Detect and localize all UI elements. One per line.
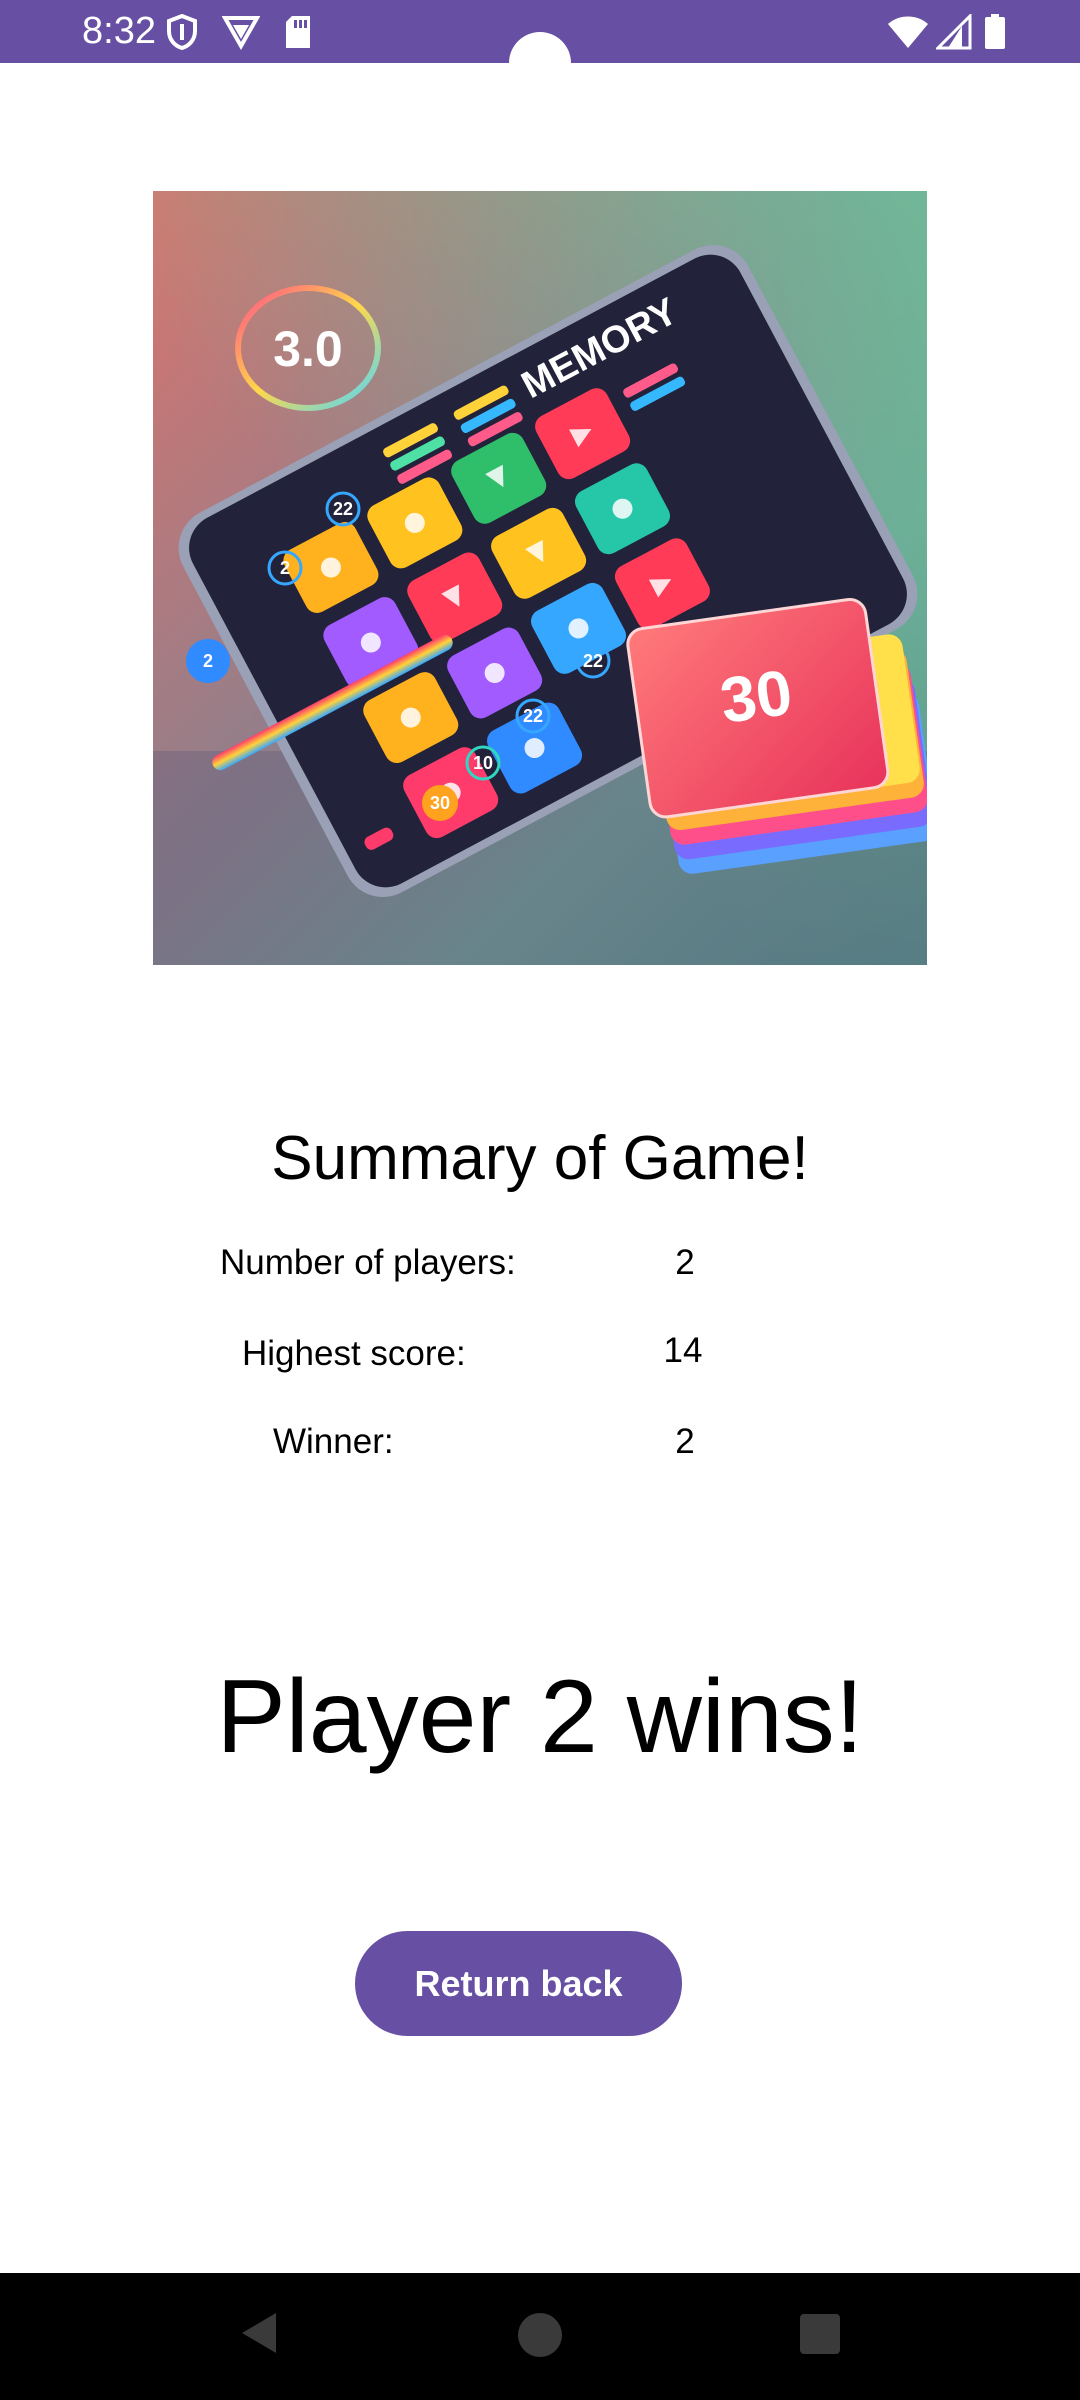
- svg-text:30: 30: [716, 656, 797, 737]
- shield-icon: [166, 13, 198, 55]
- svg-text:30: 30: [430, 793, 450, 813]
- wifi-icon: [887, 14, 929, 55]
- summary-title: Summary of Game!: [271, 1124, 809, 1193]
- navigation-bar: [0, 2273, 1080, 2400]
- svg-text:22: 22: [523, 706, 543, 726]
- hero-image: 3.0 MEMORY 22 2 2 22 22 10 30 30: [153, 191, 927, 965]
- svg-text:3.0: 3.0: [273, 321, 343, 377]
- svg-text:10: 10: [473, 753, 493, 773]
- signal-icon: [934, 12, 972, 55]
- winner-announcement: Player 2 wins!: [216, 1659, 864, 1775]
- camera-notch: [509, 32, 571, 94]
- return-back-button[interactable]: Return back: [355, 1931, 682, 2036]
- players-label: Number of players:: [220, 1243, 516, 1282]
- home-icon[interactable]: [517, 2312, 563, 2363]
- highest-score-label: Highest score:: [242, 1334, 466, 1373]
- svg-text:22: 22: [333, 499, 353, 519]
- sd-card-icon: [283, 14, 313, 55]
- players-value: 2: [675, 1243, 695, 1282]
- winner-value: 2: [675, 1422, 695, 1461]
- svg-text:22: 22: [583, 651, 603, 671]
- back-icon[interactable]: [236, 2309, 280, 2362]
- recents-icon[interactable]: [800, 2314, 840, 2359]
- winner-label: Winner:: [273, 1422, 394, 1461]
- svg-text:2: 2: [203, 651, 213, 671]
- highest-score-value: 14: [663, 1331, 703, 1370]
- battery-icon: [984, 14, 1006, 55]
- svg-text:2: 2: [280, 558, 290, 578]
- vpn-icon: [221, 14, 261, 55]
- status-time: 8:32: [82, 10, 156, 52]
- status-bar: 8:32: [0, 0, 1080, 94]
